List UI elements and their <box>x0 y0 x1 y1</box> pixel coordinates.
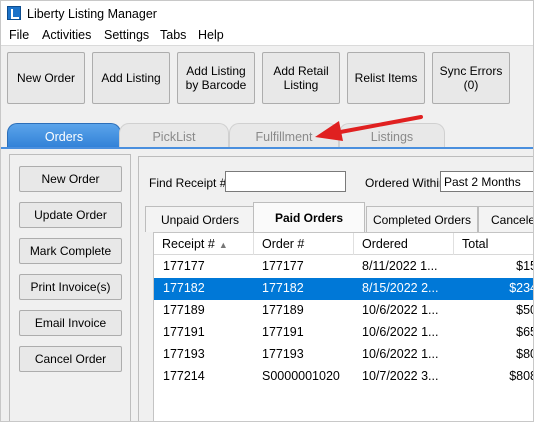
cell-total: $65 <box>516 325 533 339</box>
add-listing-by-barcode-button[interactable]: Add Listing by Barcode <box>177 52 255 104</box>
cell-ordered: 10/6/2022 1... <box>362 347 439 361</box>
menu-help[interactable]: Help <box>198 28 224 42</box>
menu-bar: File Activities Settings Tabs Help <box>1 27 533 45</box>
table-header: Receipt # ▲ Order # Ordered Total <box>154 233 533 255</box>
column-header-ordered[interactable]: Ordered <box>354 233 454 255</box>
sort-ascending-icon: ▲ <box>218 240 228 250</box>
update-order-button[interactable]: Update Order <box>19 202 122 228</box>
side-new-order-button[interactable]: New Order <box>19 166 122 192</box>
order-actions-panel: New Order Update Order Mark Complete Pri… <box>9 154 131 421</box>
cell-receipt: 177193 <box>163 347 205 361</box>
sync-errors-button[interactable]: Sync Errors (0) <box>432 52 510 104</box>
cell-receipt: 177177 <box>163 259 205 273</box>
cell-ordered: 10/6/2022 1... <box>362 303 439 317</box>
cell-ordered: 8/15/2022 2... <box>362 281 439 295</box>
mark-complete-button[interactable]: Mark Complete <box>19 238 122 264</box>
tab-paid-orders[interactable]: Paid Orders <box>253 202 365 233</box>
tab-unpaid-orders[interactable]: Unpaid Orders <box>145 206 255 232</box>
cell-receipt: 177182 <box>163 281 205 295</box>
cell-order: 177182 <box>262 281 304 295</box>
cell-order: 177177 <box>262 259 304 273</box>
table-row[interactable]: 177193 177193 10/6/2022 1... $80 <box>154 344 533 366</box>
menu-file[interactable]: File <box>9 28 29 42</box>
email-invoice-button[interactable]: Email Invoice <box>19 310 122 336</box>
orders-table: Receipt # ▲ Order # Ordered Total 177177 1… <box>153 232 533 421</box>
table-row[interactable]: 177214 S0000001020 10/7/2022 3... $808 <box>154 366 533 388</box>
tab-underline <box>1 147 533 149</box>
table-row[interactable]: 177191 177191 10/6/2022 1... $65 <box>154 322 533 344</box>
orders-panel: Find Receipt # Ordered Within Past 2 Mon… <box>138 156 533 421</box>
cell-total: $80 <box>516 347 533 361</box>
relist-items-button[interactable]: Relist Items <box>347 52 425 104</box>
ordered-within-label: Ordered Within <box>365 176 446 190</box>
cell-receipt: 177214 <box>163 369 205 383</box>
column-header-total[interactable]: Total <box>454 233 533 255</box>
tab-completed-orders[interactable]: Completed Orders <box>366 206 478 232</box>
cell-order: 177193 <box>262 347 304 361</box>
cell-ordered: 8/11/2022 1... <box>362 259 438 273</box>
app-window: Liberty Listing Manager File Activities … <box>0 0 534 422</box>
table-row[interactable]: 177182 177182 8/15/2022 2... $234 <box>154 278 533 300</box>
cell-total: $15 <box>516 259 533 273</box>
window-title: Liberty Listing Manager <box>27 7 157 21</box>
cell-order: S0000001020 <box>262 369 340 383</box>
column-header-order[interactable]: Order # <box>254 233 354 255</box>
cell-ordered: 10/7/2022 3... <box>362 369 439 383</box>
tab-orders[interactable]: Orders <box>7 123 121 149</box>
add-retail-listing-button[interactable]: Add Retail Listing <box>262 52 340 104</box>
annotation-arrow-icon <box>315 115 423 141</box>
table-row[interactable]: 177177 177177 8/11/2022 1... $15 <box>154 256 533 278</box>
menu-settings[interactable]: Settings <box>104 28 149 42</box>
find-receipt-label: Find Receipt # <box>149 176 227 190</box>
add-listing-button[interactable]: Add Listing <box>92 52 170 104</box>
main-tabstrip: Orders PickList Fulfillment Listings <box>1 119 533 149</box>
cell-receipt: 177189 <box>163 303 205 317</box>
cell-total: $234 <box>509 281 533 295</box>
column-header-receipt-label: Receipt # <box>162 237 215 251</box>
column-header-receipt[interactable]: Receipt # ▲ <box>154 233 254 255</box>
cell-ordered: 10/6/2022 1... <box>362 325 439 339</box>
ordered-within-select[interactable]: Past 2 Months <box>440 171 533 192</box>
menu-activities[interactable]: Activities <box>42 28 91 42</box>
print-invoices-button[interactable]: Print Invoice(s) <box>19 274 122 300</box>
cell-receipt: 177191 <box>163 325 205 339</box>
new-order-button[interactable]: New Order <box>7 52 85 104</box>
cell-total: $808 <box>509 369 533 383</box>
cancel-order-button[interactable]: Cancel Order <box>19 346 122 372</box>
cell-order: 177191 <box>262 325 304 339</box>
cell-total: $50 <box>516 303 533 317</box>
cell-order: 177189 <box>262 303 304 317</box>
app-logo-icon <box>7 6 21 20</box>
find-receipt-input[interactable] <box>225 171 346 192</box>
table-row[interactable]: 177189 177189 10/6/2022 1... $50 <box>154 300 533 322</box>
tab-canceled-orders[interactable]: Canceled <box>478 206 533 232</box>
title-bar: Liberty Listing Manager <box>1 1 533 27</box>
menu-tabs[interactable]: Tabs <box>160 28 186 42</box>
tab-picklist[interactable]: PickList <box>119 123 229 149</box>
toolbar: New Order Add Listing Add Listing by Bar… <box>1 45 533 117</box>
